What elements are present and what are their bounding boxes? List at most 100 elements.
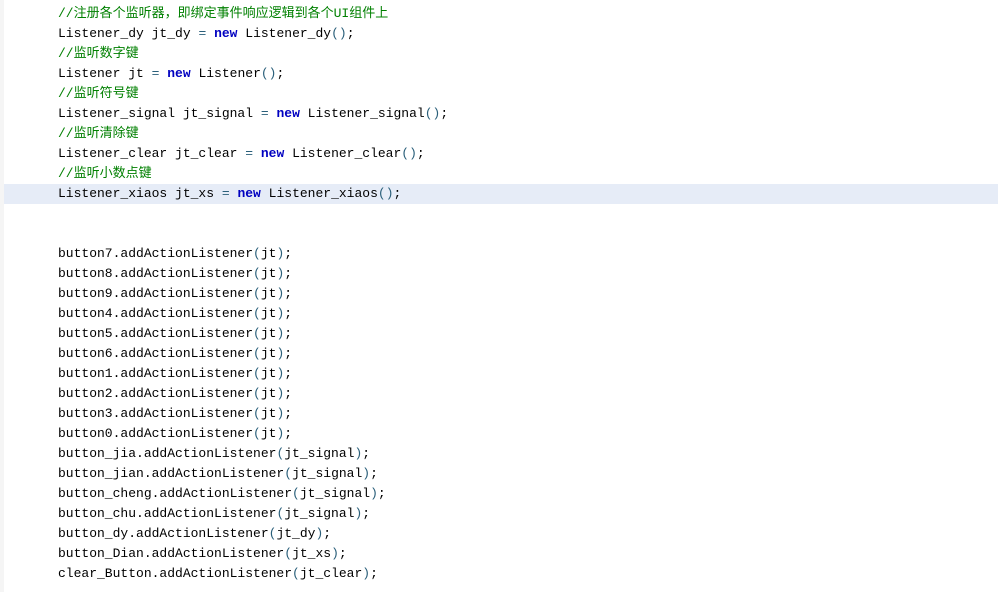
token-ident: button9.addActionListener	[58, 286, 253, 301]
token-semi: ;	[284, 266, 292, 281]
code-line[interactable]: clear_Button.addActionListener(jt_clear)…	[4, 566, 378, 581]
token-paren: ()	[331, 26, 347, 41]
token-semi: ;	[362, 506, 370, 521]
code-line[interactable]: button_chu.addActionListener(jt_signal);	[4, 506, 370, 521]
token-ident: jt	[261, 346, 277, 361]
token-paren: (	[253, 246, 261, 261]
token-paren: )	[370, 486, 378, 501]
token-semi: ;	[284, 346, 292, 361]
token-semi: ;	[276, 66, 284, 81]
code-line[interactable]: Listener_dy jt_dy = new Listener_dy();	[4, 26, 355, 41]
token-keyword: new	[261, 146, 284, 161]
token-ident: button3.addActionListener	[58, 406, 253, 421]
token-paren: (	[253, 426, 261, 441]
code-line[interactable]: //注册各个监听器，即绑定事件响应逻辑到各个UI组件上	[4, 6, 388, 21]
token-paren: (	[253, 266, 261, 281]
code-line[interactable]: button3.addActionListener(jt);	[4, 406, 292, 421]
token-ident: jt	[261, 286, 277, 301]
token-semi: ;	[362, 446, 370, 461]
token-ident: Listener_clear jt_clear	[58, 146, 245, 161]
token-ident: Listener_signal	[300, 106, 425, 121]
blank-line	[4, 224, 998, 244]
token-paren: ()	[378, 186, 394, 201]
code-line[interactable]: button2.addActionListener(jt);	[4, 386, 292, 401]
token-semi: ;	[440, 106, 448, 121]
token-ident: jt_xs	[292, 546, 331, 561]
token-paren: )	[362, 566, 370, 581]
token-paren: ()	[261, 66, 277, 81]
token-ident	[253, 146, 261, 161]
token-ident: jt_signal	[300, 486, 370, 501]
token-semi: ;	[417, 146, 425, 161]
code-line[interactable]: Listener_clear jt_clear = new Listener_c…	[4, 146, 425, 161]
code-line[interactable]: //监听符号键	[4, 86, 139, 101]
token-ident: button_chu.addActionListener	[58, 506, 276, 521]
token-paren: (	[292, 486, 300, 501]
token-paren: )	[362, 466, 370, 481]
code-line[interactable]: button4.addActionListener(jt);	[4, 306, 292, 321]
token-semi: ;	[323, 526, 331, 541]
token-comment: //监听清除键	[58, 126, 139, 141]
token-ident: jt	[261, 386, 277, 401]
token-semi: ;	[284, 286, 292, 301]
token-paren: (	[253, 306, 261, 321]
code-line[interactable]: button_jia.addActionListener(jt_signal);	[4, 446, 370, 461]
code-line[interactable]: button8.addActionListener(jt);	[4, 266, 292, 281]
token-ident: jt_signal	[292, 466, 362, 481]
code-line[interactable]: Listener jt = new Listener();	[4, 66, 284, 81]
code-line[interactable]: button0.addActionListener(jt);	[4, 426, 292, 441]
token-semi: ;	[370, 566, 378, 581]
code-line[interactable]: button7.addActionListener(jt);	[4, 246, 292, 261]
token-paren: ()	[425, 106, 441, 121]
token-ident: jt	[261, 406, 277, 421]
token-ident: button6.addActionListener	[58, 346, 253, 361]
code-line[interactable]: button_dy.addActionListener(jt_dy);	[4, 526, 331, 541]
code-line[interactable]: //监听清除键	[4, 126, 139, 141]
token-ident: jt	[261, 246, 277, 261]
token-ident: Listener_dy	[237, 26, 331, 41]
token-ident: Listener	[191, 66, 261, 81]
code-line[interactable]: //监听数字键	[4, 46, 139, 61]
token-paren: ()	[401, 146, 417, 161]
token-semi: ;	[284, 306, 292, 321]
code-line[interactable]: Listener_signal jt_signal = new Listener…	[4, 106, 448, 121]
code-line[interactable]: button_Dian.addActionListener(jt_xs);	[4, 546, 347, 561]
token-ident: jt	[261, 326, 277, 341]
token-ident: Listener_xiaos	[261, 186, 378, 201]
code-editor[interactable]: //注册各个监听器，即绑定事件响应逻辑到各个UI组件上 Listener_dy …	[0, 0, 998, 592]
token-ident: jt_dy	[276, 526, 315, 541]
token-ident: button0.addActionListener	[58, 426, 253, 441]
token-keyword: new	[214, 26, 237, 41]
token-paren: (	[253, 286, 261, 301]
token-keyword: new	[237, 186, 260, 201]
token-ident: jt_clear	[300, 566, 362, 581]
token-paren: (	[253, 326, 261, 341]
token-paren: (	[253, 366, 261, 381]
token-ident: Listener_clear	[284, 146, 401, 161]
token-keyword: new	[276, 106, 299, 121]
code-line[interactable]: button9.addActionListener(jt);	[4, 286, 292, 301]
token-semi: ;	[370, 466, 378, 481]
token-comment: //监听符号键	[58, 86, 139, 101]
token-ident: clear_Button.addActionListener	[58, 566, 292, 581]
token-paren: (	[284, 546, 292, 561]
code-line[interactable]: Listener_xiaos jt_xs = new Listener_xiao…	[4, 184, 998, 204]
token-paren: (	[253, 346, 261, 361]
code-line[interactable]: button_cheng.addActionListener(jt_signal…	[4, 486, 386, 501]
code-line[interactable]: button_jian.addActionListener(jt_signal)…	[4, 466, 378, 481]
token-semi: ;	[378, 486, 386, 501]
token-ident: Listener_signal jt_signal	[58, 106, 261, 121]
code-line[interactable]: //监听小数点键	[4, 166, 152, 181]
token-comment: //注册各个监听器，即绑定事件响应逻辑到各个UI组件上	[58, 6, 388, 21]
code-line[interactable]: button5.addActionListener(jt);	[4, 326, 292, 341]
token-paren: =	[222, 186, 230, 201]
code-line[interactable]: button1.addActionListener(jt);	[4, 366, 292, 381]
token-ident: button7.addActionListener	[58, 246, 253, 261]
token-ident: jt_signal	[284, 446, 354, 461]
token-semi: ;	[284, 366, 292, 381]
token-ident: Listener_xiaos jt_xs	[58, 186, 222, 201]
token-ident: button2.addActionListener	[58, 386, 253, 401]
token-semi: ;	[347, 26, 355, 41]
code-line[interactable]: button6.addActionListener(jt);	[4, 346, 292, 361]
token-ident: jt	[261, 366, 277, 381]
